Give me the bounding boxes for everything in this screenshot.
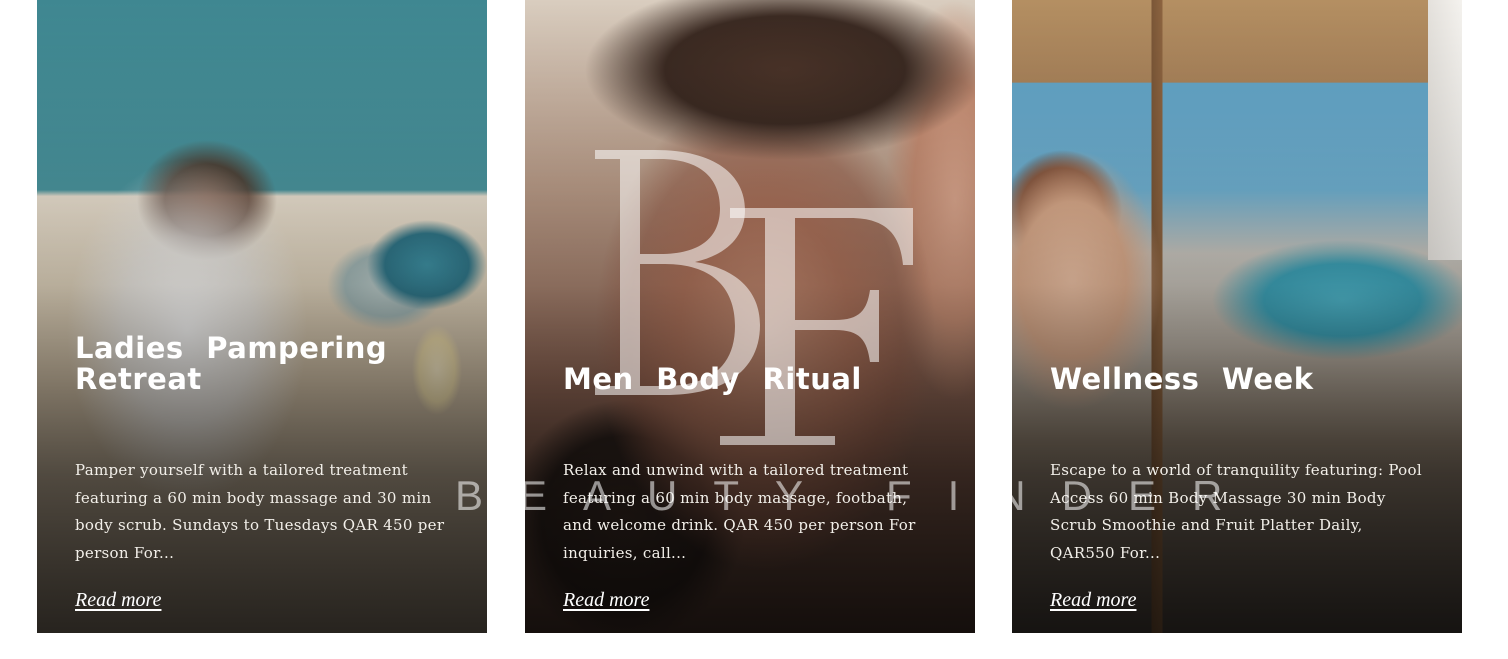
card-title: Ladies Pampering Retreat (75, 331, 388, 396)
card-content: Ladies Pampering Retreat Pamper yourself… (75, 333, 451, 633)
read-more-link[interactable]: Read more (1050, 589, 1136, 612)
card-description: Pamper yourself with a tailored treatmen… (75, 461, 445, 562)
card-description: Relax and unwind with a tailored treatme… (563, 461, 916, 562)
card-content: Men Body Ritual Relax and unwind with a … (563, 333, 939, 633)
offer-card-ladies-pampering-retreat[interactable]: Ladies Pampering Retreat Pamper yourself… (37, 0, 487, 633)
read-more-link[interactable]: Read more (75, 589, 161, 612)
offer-card-men-body-ritual[interactable]: Men Body Ritual Relax and unwind with a … (525, 0, 975, 633)
offer-card-wellness-week[interactable]: Wellness Week Escape to a world of tranq… (1012, 0, 1462, 633)
card-description: Escape to a world of tranquility featuri… (1050, 461, 1422, 562)
read-more-link[interactable]: Read more (563, 589, 649, 612)
card-title: Wellness Week (1050, 362, 1314, 396)
card-title: Men Body Ritual (563, 362, 862, 396)
offers-page: Ladies Pampering Retreat Pamper yourself… (0, 0, 1508, 659)
card-content: Wellness Week Escape to a world of tranq… (1050, 333, 1426, 633)
